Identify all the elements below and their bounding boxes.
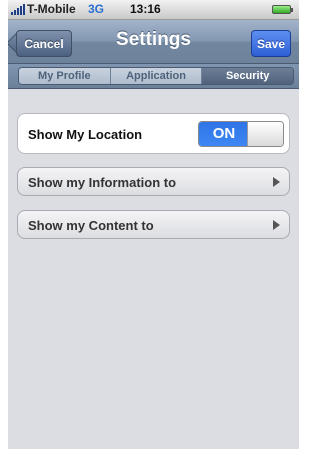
show-location-row: Show My Location ON <box>17 113 290 154</box>
tab-security[interactable]: Security <box>202 68 293 84</box>
tab-bar: My Profile Application Security <box>8 64 299 89</box>
tab-application[interactable]: Application <box>110 68 203 84</box>
show-information-row[interactable]: Show my Information to <box>17 167 290 196</box>
save-button[interactable]: Save <box>251 30 291 57</box>
status-time: 13:16 <box>130 2 161 16</box>
carrier-name: T-Mobile <box>27 2 76 16</box>
signal-bars-icon <box>11 4 25 15</box>
battery-icon <box>272 5 293 14</box>
phone-screen: T-Mobile 3G 13:16 Cancel Settings Save M… <box>8 0 299 449</box>
tab-my-profile[interactable]: My Profile <box>19 68 111 84</box>
status-bar: T-Mobile 3G 13:16 <box>8 0 299 20</box>
cancel-button[interactable]: Cancel <box>16 30 72 57</box>
network-type: 3G <box>88 2 105 16</box>
show-location-toggle[interactable]: ON <box>198 121 284 147</box>
show-location-label: Show My Location <box>28 127 143 142</box>
show-content-label: Show my Content to <box>28 218 154 233</box>
show-information-label: Show my Information to <box>28 175 177 190</box>
toggle-knob[interactable] <box>247 122 283 146</box>
toggle-on-label: ON <box>199 122 249 146</box>
segmented-control: My Profile Application Security <box>18 67 294 85</box>
show-content-row[interactable]: Show my Content to <box>17 210 290 239</box>
chevron-right-icon <box>273 177 280 187</box>
navigation-bar: Cancel Settings Save <box>8 20 299 64</box>
chevron-right-icon <box>273 220 280 230</box>
